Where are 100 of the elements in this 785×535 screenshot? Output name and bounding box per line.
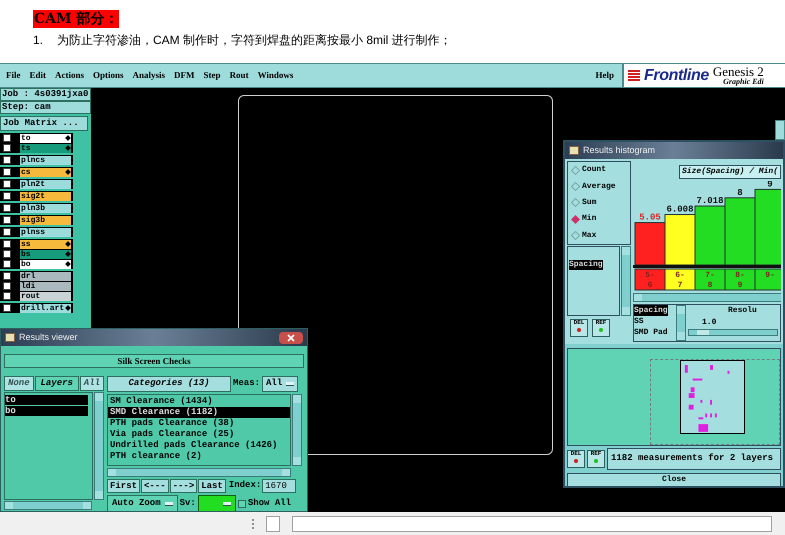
radio-button[interactable] [571,214,580,224]
sv-color-dropdown[interactable] [198,495,236,511]
layer-list-item[interactable]: bo [5,406,88,416]
type-item[interactable]: SMD Pad [634,327,668,338]
radio-button[interactable] [571,198,580,208]
layer-name[interactable]: bo [20,260,71,268]
header-button[interactable]: Silk Screen Checks [4,354,304,368]
bar-value-label: 7.018 [696,196,724,206]
layer-name[interactable]: ss [20,240,71,248]
scroll-track[interactable] [292,516,772,532]
layer-name[interactable]: plnss [20,228,71,236]
layer-checkbox[interactable] [3,240,11,248]
layer-name[interactable]: drill.art [20,304,71,312]
layer-checkbox[interactable] [3,250,11,258]
type-item[interactable]: SS [634,316,644,327]
layer-checkbox[interactable] [3,292,11,300]
layer-checkbox[interactable] [3,260,11,268]
category-cell [694,268,726,290]
layer-checkbox[interactable] [3,156,11,164]
layer-name[interactable]: sig2t [20,192,71,200]
menu-item[interactable]: Step [204,68,221,82]
radio-button[interactable] [571,182,580,192]
menu-item[interactable]: Edit [30,68,46,82]
menu-item[interactable]: DFM [174,68,195,82]
nav-button[interactable]: First [107,479,140,493]
vertical-scrollbar[interactable] [676,305,686,341]
category-item[interactable]: Via pads Clearance (25) [108,429,290,440]
layer-checkbox[interactable] [3,282,11,290]
layer-name[interactable]: cs [20,168,71,176]
category-label: 8-9 [735,271,745,290]
categories-button[interactable]: Categories (13) [107,376,231,392]
vertical-scrollbar[interactable] [292,394,302,466]
radio-button[interactable] [571,166,580,175]
layer-name[interactable]: drl [20,272,71,280]
bar-value-label: 6.008 [666,204,694,215]
horizontal-scrollbar[interactable] [107,468,291,477]
layer-filter-button[interactable]: None [4,376,34,391]
layer-filter-button[interactable]: All [80,376,104,391]
category-cell [754,268,781,290]
layer-name[interactable]: pln2t [20,180,71,188]
index-field[interactable]: 1670 [262,479,296,493]
menu-item[interactable]: Windows [258,68,294,82]
layer-name[interactable]: pln3b [20,204,71,212]
resolution-slider[interactable] [688,329,778,336]
job-name: Job : 4s0391jxa0 [0,88,91,101]
measure-item[interactable]: Spacing [569,260,603,270]
job-matrix-button[interactable]: Job Matrix ... [0,116,88,131]
scroll-left-icon[interactable] [266,516,280,532]
category-item[interactable]: SMD Clearance (1182) [108,407,290,418]
layer-name[interactable]: to [20,134,71,142]
close-button[interactable]: Close [567,473,781,486]
layer-name[interactable]: rout [20,292,71,300]
bar-value-label: 8 [737,188,743,198]
resolution-label: Resolu [728,305,757,317]
layer-checkbox[interactable] [3,180,11,188]
layer-list-item[interactable]: to [5,395,88,405]
menu-item[interactable]: Help [595,68,614,82]
layer-name[interactable]: bs [20,250,71,258]
category-item[interactable]: SM Clearance (1434) [108,396,290,407]
layer-name[interactable]: plncs [20,156,71,164]
radio-button[interactable] [571,231,580,240]
type-item[interactable]: Spacing [634,305,668,316]
menu-item[interactable]: Actions [55,68,84,82]
layer-checkbox[interactable] [3,192,11,200]
vertical-scrollbar[interactable] [94,392,104,500]
category-item[interactable]: Undrilled pads Clearance (1426) [108,440,290,451]
menu-item[interactable]: Options [93,68,124,82]
category-label: 5-6 [645,271,655,290]
layer-checkbox[interactable] [3,134,11,142]
layer-name[interactable]: ldi [20,282,71,290]
dropdown-icon [222,502,231,506]
nav-button[interactable]: Last [198,479,226,493]
brand-logo: Frontline [644,66,709,86]
layer-checkbox[interactable] [3,216,11,224]
slider-thumb[interactable] [696,330,709,335]
chart-title: Size(Spacing) / Min( [678,165,781,179]
nav-button[interactable]: ---> [170,479,198,493]
category-item[interactable]: PTH clearance (2) [108,451,290,462]
layer-checkbox[interactable] [3,168,11,176]
menu-item[interactable]: Analysis [132,68,166,82]
horizontal-scrollbar[interactable] [633,293,781,302]
layer-filter-button[interactable]: Layers [34,376,79,391]
layer-name[interactable]: ts [20,144,71,152]
meas-dropdown[interactable]: All [262,376,298,392]
show-all-checkbox[interactable] [238,500,246,508]
horizontal-scrollbar[interactable] [4,501,92,510]
close-icon[interactable] [279,332,303,344]
vertical-scrollbar[interactable] [621,246,631,316]
menu-item[interactable]: File [6,68,20,82]
menu-item[interactable]: Rout [230,68,249,82]
layer-checkbox[interactable] [3,304,11,312]
layer-checkbox[interactable] [3,144,11,152]
nav-button[interactable]: <--- [141,479,169,493]
zoom-dropdown[interactable]: Auto Zoom [107,495,178,511]
layer-name[interactable]: sig3b [20,216,71,224]
layer-checkbox[interactable] [3,272,11,280]
layer-checkbox[interactable] [3,228,11,236]
category-item[interactable]: PTH pads Clearance (38) [108,418,290,429]
show-all-label: Show All [248,496,292,510]
layer-checkbox[interactable] [3,204,11,212]
